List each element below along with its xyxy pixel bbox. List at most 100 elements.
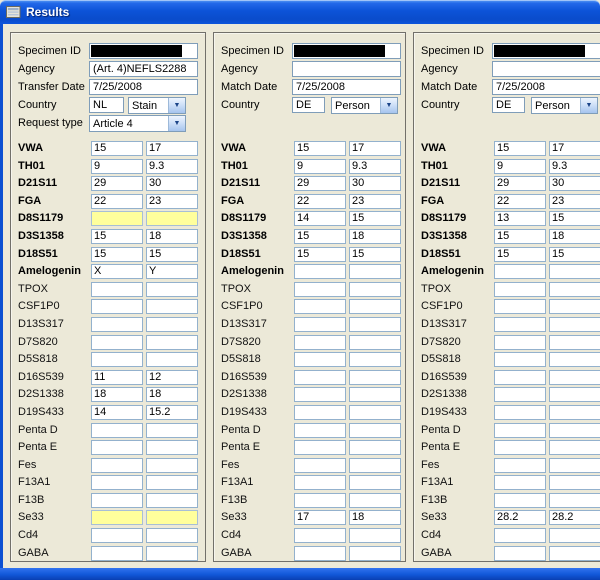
allele-cell[interactable] <box>91 475 143 490</box>
allele-cell[interactable] <box>549 264 600 279</box>
allele-cell[interactable] <box>294 546 346 561</box>
allele-cell[interactable] <box>294 387 346 402</box>
sample-type-select[interactable]: Person ▼ <box>531 97 598 114</box>
allele-cell[interactable]: 15 <box>91 247 143 262</box>
sample-type-select[interactable]: Person ▼ <box>331 97 398 114</box>
allele-cell[interactable] <box>549 458 600 473</box>
agency-field[interactable]: (Art. 4)NEFLS2288 <box>89 61 198 77</box>
allele-cell[interactable] <box>494 546 546 561</box>
allele-cell[interactable] <box>294 493 346 508</box>
allele-cell[interactable] <box>91 335 143 350</box>
allele-cell[interactable] <box>549 352 600 367</box>
allele-cell[interactable] <box>91 440 143 455</box>
specimen-id-field[interactable] <box>89 43 198 59</box>
allele-cell[interactable]: 14 <box>294 211 346 226</box>
allele-cell[interactable] <box>549 299 600 314</box>
allele-cell[interactable] <box>494 528 546 543</box>
allele-cell[interactable] <box>294 282 346 297</box>
allele-cell[interactable] <box>494 405 546 420</box>
allele-cell[interactable]: 18 <box>349 510 401 525</box>
allele-cell[interactable] <box>91 458 143 473</box>
allele-cell[interactable] <box>494 493 546 508</box>
allele-cell[interactable] <box>494 387 546 402</box>
allele-cell[interactable] <box>146 458 198 473</box>
allele-cell[interactable] <box>146 475 198 490</box>
country-code-field[interactable]: DE <box>492 97 525 113</box>
allele-cell[interactable] <box>494 282 546 297</box>
agency-field[interactable] <box>492 61 600 77</box>
allele-cell[interactable]: 23 <box>349 194 401 209</box>
allele-cell[interactable]: 29 <box>494 176 546 191</box>
allele-cell[interactable] <box>294 405 346 420</box>
allele-cell[interactable] <box>494 352 546 367</box>
allele-cell[interactable] <box>91 317 143 332</box>
allele-cell[interactable]: 17 <box>294 510 346 525</box>
allele-cell[interactable] <box>549 475 600 490</box>
allele-cell[interactable] <box>349 282 401 297</box>
allele-cell[interactable]: 29 <box>294 176 346 191</box>
allele-cell[interactable] <box>146 211 198 226</box>
allele-cell[interactable]: 15 <box>494 229 546 244</box>
allele-cell[interactable] <box>494 370 546 385</box>
allele-cell[interactable]: 18 <box>549 229 600 244</box>
allele-cell[interactable]: 15 <box>91 141 143 156</box>
allele-cell[interactable] <box>549 493 600 508</box>
allele-cell[interactable] <box>294 423 346 438</box>
allele-cell[interactable] <box>146 440 198 455</box>
allele-cell[interactable]: 14 <box>91 405 143 420</box>
allele-cell[interactable] <box>549 440 600 455</box>
allele-cell[interactable] <box>549 387 600 402</box>
allele-cell[interactable]: 30 <box>146 176 198 191</box>
allele-cell[interactable] <box>146 335 198 350</box>
allele-cell[interactable] <box>349 335 401 350</box>
allele-cell[interactable] <box>349 458 401 473</box>
allele-cell[interactable] <box>146 510 198 525</box>
allele-cell[interactable] <box>349 528 401 543</box>
allele-cell[interactable] <box>549 546 600 561</box>
allele-cell[interactable] <box>349 352 401 367</box>
allele-cell[interactable]: 15 <box>494 247 546 262</box>
country-code-field[interactable]: NL <box>89 97 124 113</box>
allele-cell[interactable] <box>91 510 143 525</box>
allele-cell[interactable]: 15 <box>494 141 546 156</box>
allele-cell[interactable] <box>91 299 143 314</box>
allele-cell[interactable] <box>494 475 546 490</box>
allele-cell[interactable] <box>549 528 600 543</box>
allele-cell[interactable]: 15 <box>549 211 600 226</box>
allele-cell[interactable] <box>349 493 401 508</box>
country-code-field[interactable]: DE <box>292 97 325 113</box>
allele-cell[interactable]: 15 <box>294 141 346 156</box>
allele-cell[interactable]: 17 <box>146 141 198 156</box>
allele-cell[interactable] <box>146 282 198 297</box>
allele-cell[interactable] <box>146 528 198 543</box>
allele-cell[interactable] <box>494 458 546 473</box>
allele-cell[interactable] <box>349 387 401 402</box>
allele-cell[interactable] <box>494 423 546 438</box>
allele-cell[interactable] <box>91 493 143 508</box>
allele-cell[interactable]: 18 <box>146 387 198 402</box>
allele-cell[interactable] <box>91 546 143 561</box>
allele-cell[interactable]: 30 <box>549 176 600 191</box>
allele-cell[interactable]: 22 <box>494 194 546 209</box>
allele-cell[interactable]: 30 <box>349 176 401 191</box>
allele-cell[interactable] <box>349 546 401 561</box>
allele-cell[interactable] <box>91 282 143 297</box>
allele-cell[interactable]: 12 <box>146 370 198 385</box>
allele-cell[interactable] <box>349 440 401 455</box>
allele-cell[interactable]: 15 <box>294 229 346 244</box>
allele-cell[interactable] <box>91 528 143 543</box>
allele-cell[interactable] <box>294 475 346 490</box>
allele-cell[interactable] <box>146 493 198 508</box>
allele-cell[interactable]: 18 <box>146 229 198 244</box>
chevron-down-icon[interactable]: ▼ <box>168 116 185 131</box>
match-date-field[interactable]: 7/25/2008 <box>292 79 401 95</box>
allele-cell[interactable] <box>91 211 143 226</box>
sample-type-select[interactable]: Stain ▼ <box>128 97 186 114</box>
allele-cell[interactable]: 15 <box>349 211 401 226</box>
allele-cell[interactable]: X <box>91 264 143 279</box>
allele-cell[interactable] <box>549 423 600 438</box>
allele-cell[interactable] <box>349 370 401 385</box>
allele-cell[interactable]: 13 <box>494 211 546 226</box>
allele-cell[interactable] <box>349 264 401 279</box>
allele-cell[interactable]: 9.3 <box>146 159 198 174</box>
